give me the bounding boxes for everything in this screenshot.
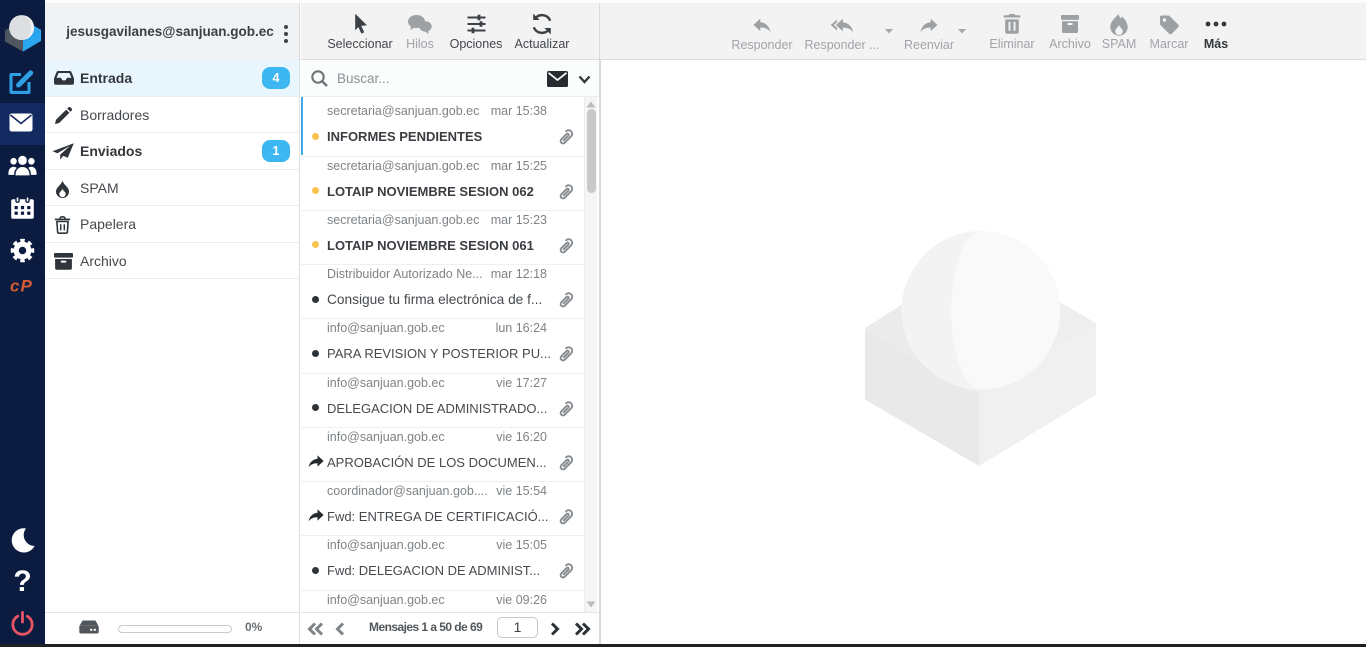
svg-text:cP: cP xyxy=(10,276,33,295)
